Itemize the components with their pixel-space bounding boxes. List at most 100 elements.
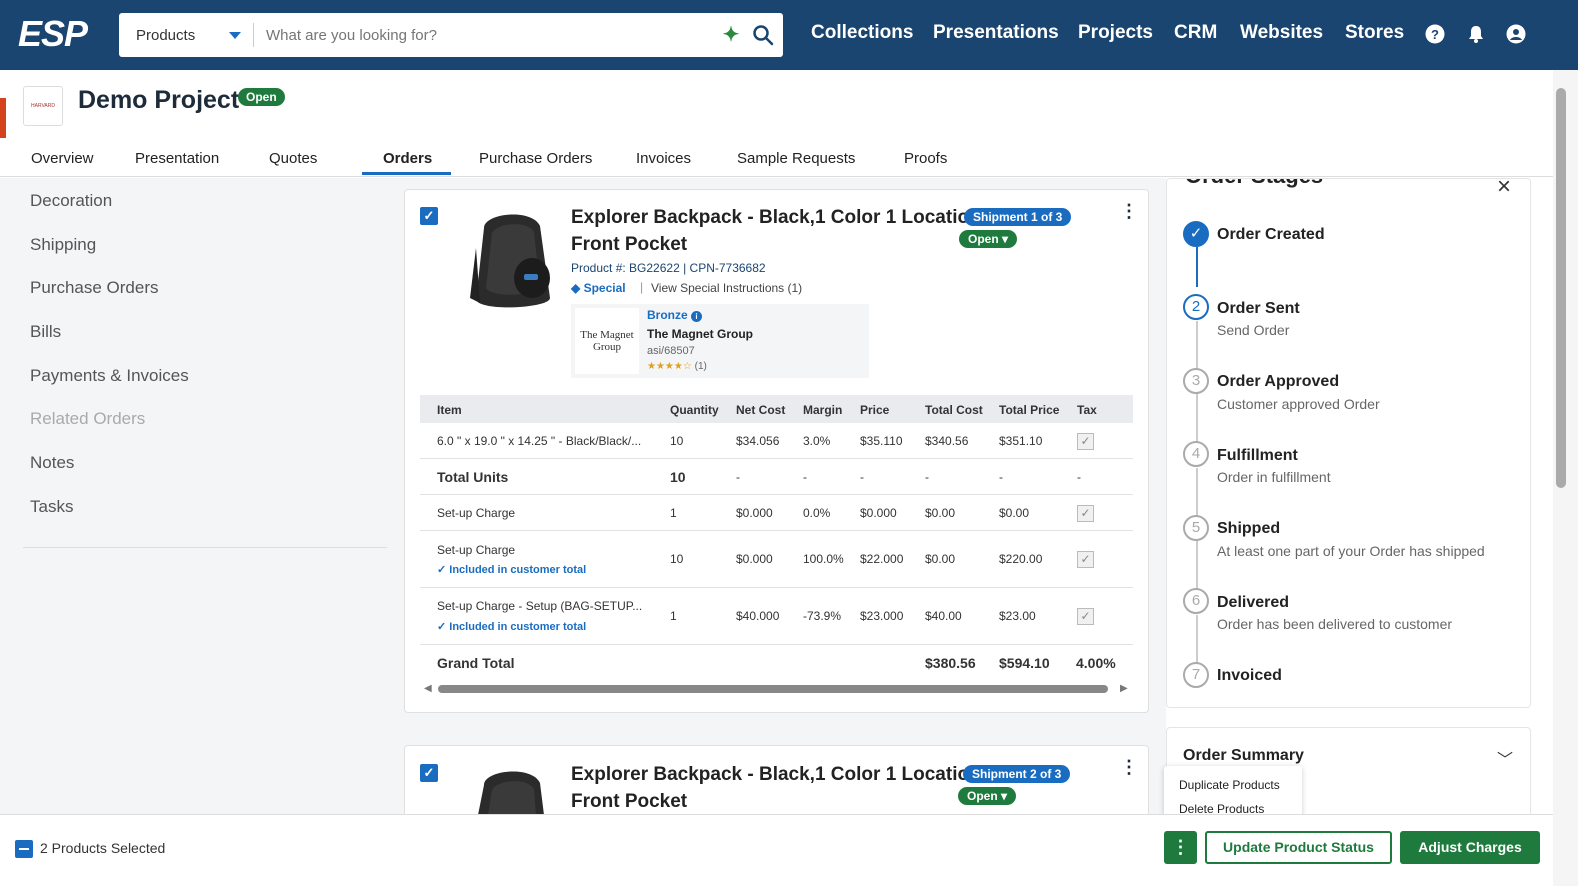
close-icon[interactable]: × — [1497, 179, 1511, 201]
sidebar-item-related-orders: Related Orders — [30, 409, 146, 428]
total-units-qty: 10 — [670, 469, 686, 485]
stage-name: Delivered — [1217, 594, 1290, 611]
page-scrollbar[interactable] — [1553, 70, 1578, 886]
user-avatar-icon[interactable] — [1506, 24, 1526, 44]
backpack-image — [478, 771, 544, 815]
tab-sample-requests[interactable]: Sample Requests — [737, 150, 855, 167]
sidebar-item-decoration[interactable]: Decoration — [30, 191, 112, 211]
row-divider — [420, 530, 1133, 531]
supplier-tier-label: Bronze — [647, 308, 688, 322]
nav-presentations[interactable]: Presentations — [933, 22, 1059, 44]
search-bar: Products ✦ — [119, 13, 783, 57]
tax-checkbox[interactable]: ✓ — [1077, 551, 1094, 568]
product-title-line2[interactable]: Front Pocket — [571, 231, 687, 259]
nav-stores[interactable]: Stores — [1345, 22, 1404, 44]
tax-checkbox[interactable]: ✓ — [1077, 505, 1094, 522]
sidebar-item-payments-invoices[interactable]: Payments & Invoices — [30, 366, 189, 386]
row-item[interactable]: Set-up Charge — [437, 543, 515, 557]
product-checkbox[interactable]: ✓ — [420, 764, 438, 782]
product-number: Product #: BG22622 | CPN-7736682 — [571, 261, 766, 275]
sidebar-item-purchase-orders[interactable]: Purchase Orders — [30, 278, 159, 298]
row-divider — [420, 644, 1133, 645]
row-tprice: $351.10 — [999, 434, 1043, 448]
stage-number: 3 — [1183, 368, 1209, 394]
total-units-label: Total Units — [437, 469, 509, 485]
row-price: - — [860, 470, 864, 484]
included-note: ✓ Included in customer total — [437, 564, 587, 576]
row-qty: 10 — [670, 434, 684, 448]
bell-icon[interactable] — [1466, 24, 1486, 44]
row-qty: 10 — [670, 552, 684, 566]
tab-presentation[interactable]: Presentation — [135, 150, 219, 167]
scroll-right-arrow-icon[interactable]: ▶ — [1120, 683, 1128, 694]
update-product-status-button[interactable]: Update Product Status — [1205, 831, 1392, 864]
info-icon[interactable]: i — [691, 311, 703, 322]
nav-collections[interactable]: Collections — [811, 22, 913, 44]
sidebar-item-bills[interactable]: Bills — [30, 322, 61, 342]
grand-total-price: $594.10 — [999, 655, 1050, 671]
search-category-select[interactable]: Products — [119, 23, 254, 47]
search-icon[interactable] — [751, 23, 775, 47]
tab-proofs[interactable]: Proofs — [904, 150, 947, 167]
ai-sparkle-icon[interactable]: ✦ — [719, 23, 743, 47]
more-options-icon[interactable]: ⋮ — [1120, 758, 1138, 782]
tax-checkbox[interactable]: ✓ — [1077, 433, 1094, 450]
search-input[interactable] — [254, 26, 694, 44]
adjust-charges-button[interactable]: Adjust Charges — [1400, 831, 1540, 864]
sidebar-item-shipping[interactable]: Shipping — [30, 235, 96, 255]
more-actions-button[interactable]: ⋮ — [1164, 831, 1197, 864]
order-stages-title: Order Stages — [1185, 179, 1323, 189]
tax-checkbox[interactable]: ✓ — [1077, 608, 1094, 625]
product-title[interactable]: Explorer Backpack - Black,1 Color 1 Loca… — [571, 204, 981, 232]
tab-quotes[interactable]: Quotes — [269, 150, 317, 167]
stage-name: Invoiced — [1217, 667, 1282, 684]
stage-number: 7 — [1183, 662, 1209, 688]
menu-duplicate-products[interactable]: Duplicate Products — [1179, 778, 1280, 792]
tab-invoices[interactable]: Invoices — [636, 150, 691, 167]
row-price: $0.000 — [860, 506, 897, 520]
view-special-instructions-link[interactable]: View Special Instructions (1) — [651, 281, 802, 295]
tab-purchase-orders[interactable]: Purchase Orders — [479, 150, 592, 167]
table-horizontal-scrollbar[interactable] — [438, 685, 1108, 693]
tab-overview[interactable]: Overview — [31, 150, 94, 167]
product-title-line2[interactable]: Front Pocket — [571, 788, 687, 816]
product-checkbox[interactable]: ✓ — [420, 207, 438, 225]
help-icon[interactable]: ? — [1425, 24, 1445, 44]
scrollbar-thumb[interactable] — [1556, 88, 1566, 488]
nav-crm[interactable]: CRM — [1174, 22, 1217, 44]
supplier-card[interactable]: The Magnet Group Bronze i The Magnet Gro… — [571, 304, 869, 378]
row-qty: 1 — [670, 609, 677, 623]
sidebar-item-notes[interactable]: Notes — [30, 453, 74, 473]
product-status-dropdown[interactable]: Open ▾ — [958, 787, 1017, 805]
esp-logo[interactable]: ESP — [18, 13, 102, 54]
row-price: $22.000 — [860, 552, 904, 566]
stage-check-icon: ✓ — [1183, 221, 1209, 247]
project-status-badge: Open — [238, 88, 285, 106]
row-margin: -73.9% — [803, 609, 842, 623]
select-all-checkbox[interactable] — [15, 840, 33, 858]
stage-number: 4 — [1183, 441, 1209, 467]
more-options-icon[interactable]: ⋮ — [1120, 202, 1138, 226]
nav-websites[interactable]: Websites — [1240, 22, 1323, 44]
row-net: $0.000 — [736, 552, 773, 566]
tab-orders[interactable]: Orders — [383, 150, 432, 167]
project-logo: HARVARD — [23, 86, 63, 126]
chevron-down-icon[interactable]: ﹀ — [1497, 746, 1513, 770]
row-net: $40.000 — [736, 609, 780, 623]
product-title[interactable]: Explorer Backpack - Black,1 Color 1 Loca… — [571, 761, 981, 789]
special-tag[interactable]: ◆ Special — [571, 281, 626, 295]
scroll-left-arrow-icon[interactable]: ◀ — [424, 683, 432, 694]
grand-total-cost: $380.56 — [925, 655, 976, 671]
top-navbar: ESP Products ✦ Collections Presentations… — [0, 0, 1578, 70]
stage-connector — [1196, 247, 1198, 287]
nav-projects[interactable]: Projects — [1078, 22, 1153, 44]
project-tabs: Overview Presentation Quotes Orders Purc… — [0, 138, 1553, 177]
stage-description: Order in fulfillment — [1217, 469, 1331, 485]
row-margin: - — [803, 470, 807, 484]
product-status-dropdown[interactable]: Open ▾ — [959, 230, 1018, 248]
row-item[interactable]: Set-up Charge — [437, 506, 515, 520]
row-item[interactable]: 6.0 " x 19.0 " x 14.25 " - Black/Black/.… — [437, 434, 641, 448]
col-item: Item — [437, 403, 462, 417]
sidebar-item-tasks[interactable]: Tasks — [30, 497, 73, 517]
row-item[interactable]: Set-up Charge - Setup (BAG-SETUP... — [437, 599, 642, 613]
